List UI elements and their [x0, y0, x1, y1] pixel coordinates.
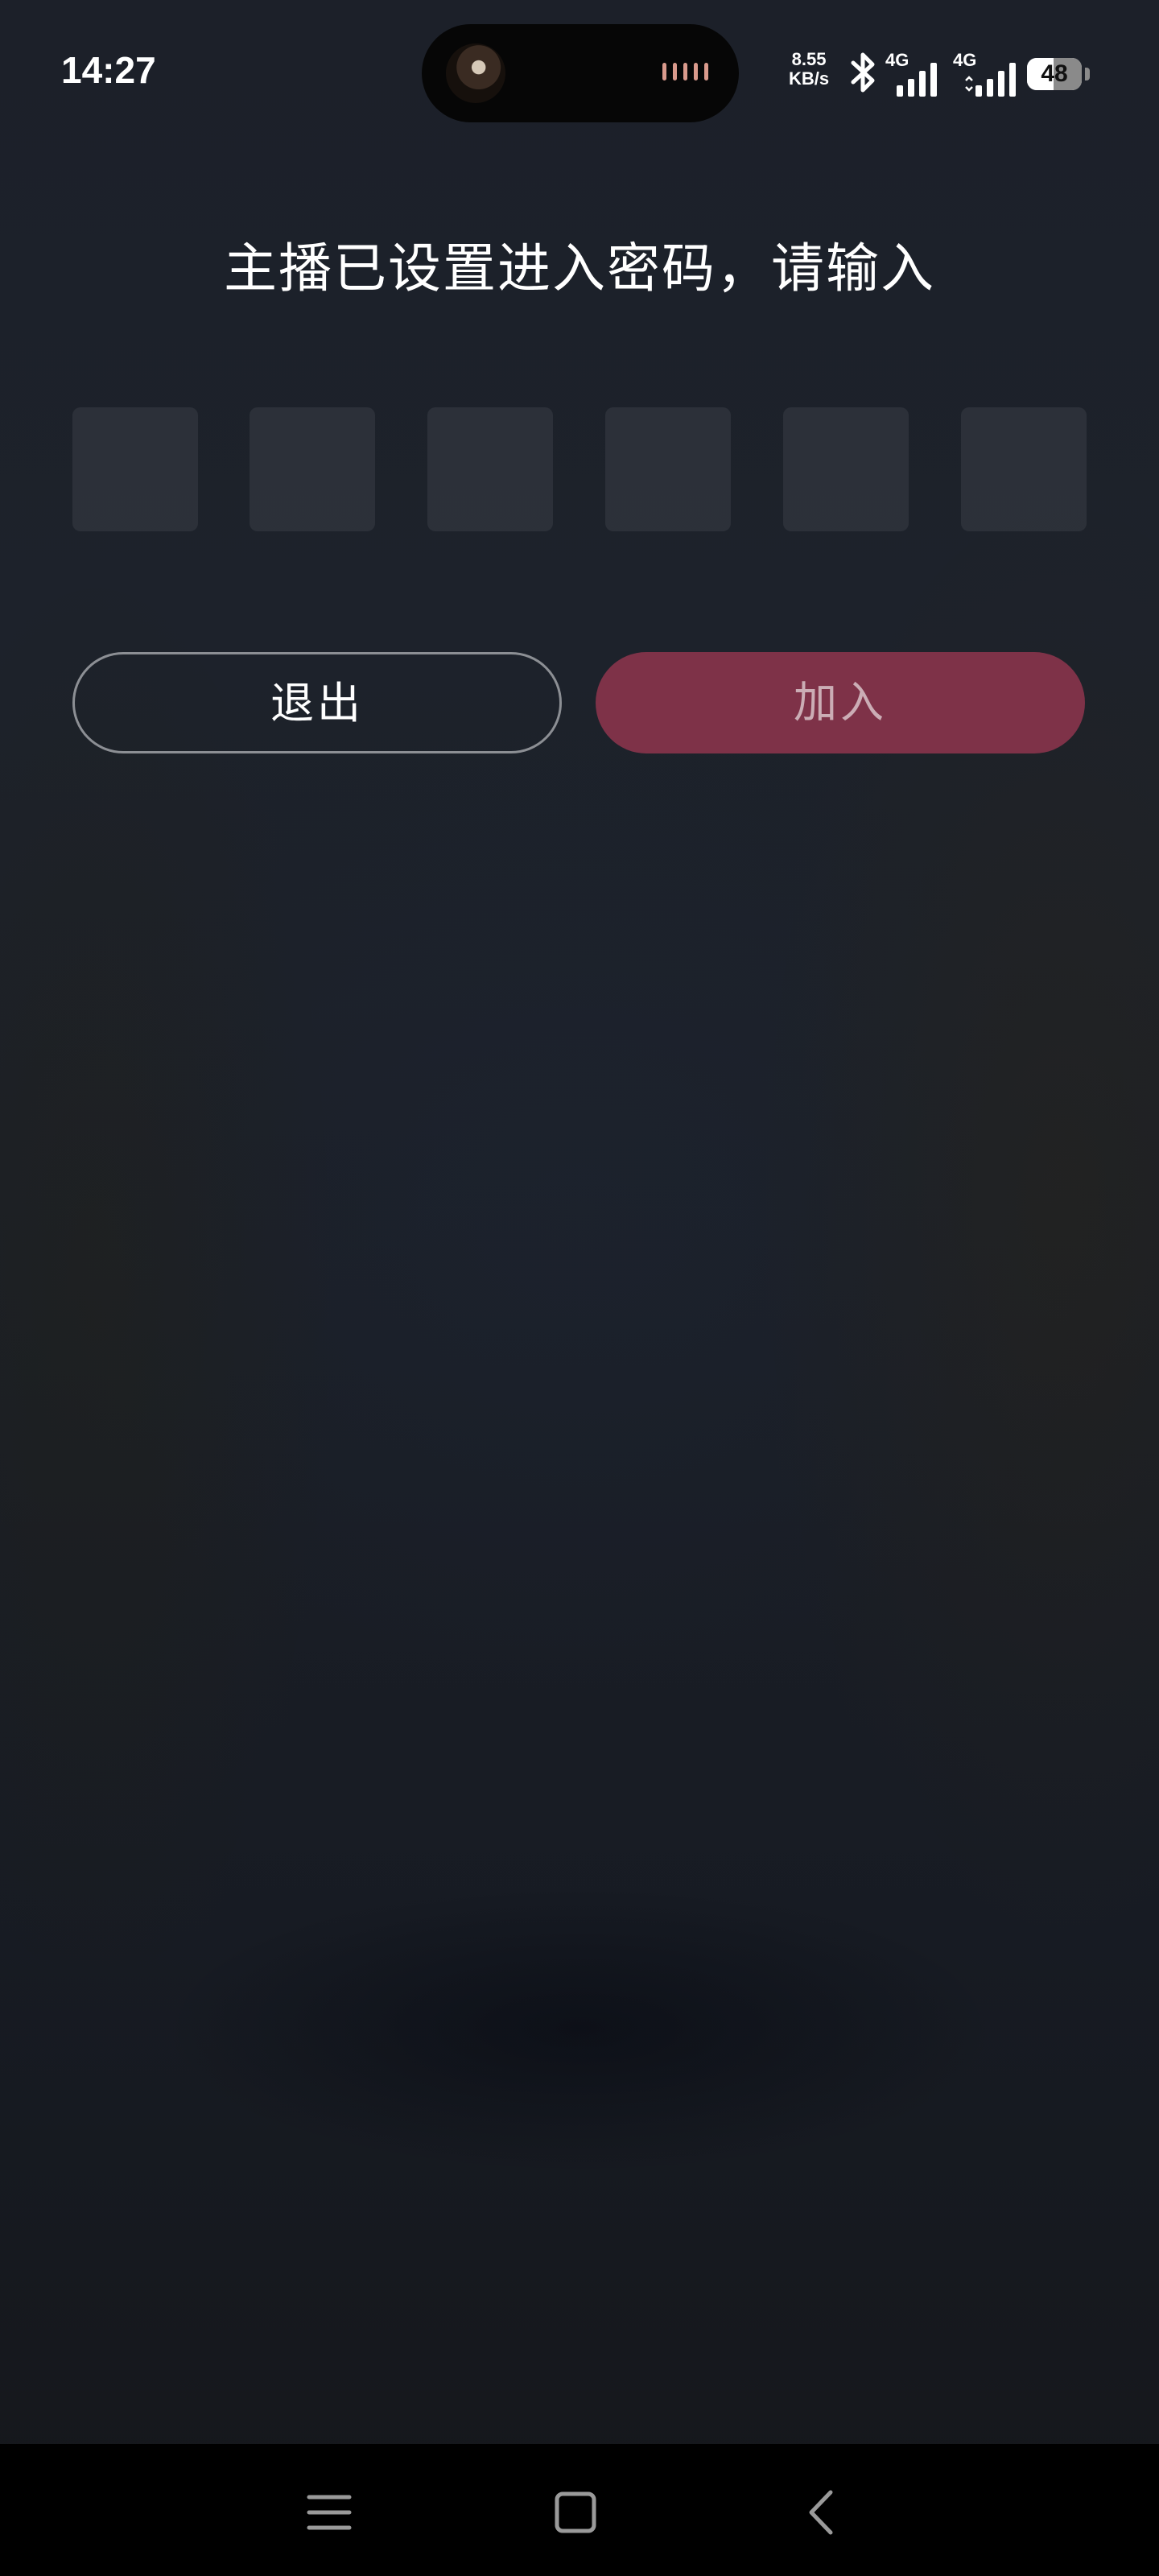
- exit-button[interactable]: 退出: [72, 652, 562, 753]
- dynamic-island[interactable]: [422, 24, 739, 122]
- password-input[interactable]: [72, 407, 1087, 531]
- screen: 14:27 8.55 KB/s 4G 4G 48 主播已设置进入密码，请输入 退…: [0, 0, 1159, 2576]
- join-button[interactable]: 加入: [596, 652, 1085, 753]
- home-icon[interactable]: [539, 2476, 612, 2549]
- password-digit-box[interactable]: [72, 407, 198, 531]
- password-digit-box[interactable]: [961, 407, 1087, 531]
- back-icon[interactable]: [786, 2476, 858, 2549]
- network-speed: 8.55 KB/s: [789, 50, 829, 89]
- battery-tip: [1085, 68, 1090, 80]
- bluetooth-icon: [851, 52, 875, 93]
- password-digit-box[interactable]: [250, 407, 375, 531]
- signal-sim2: 4G: [953, 50, 1025, 97]
- password-digit-box[interactable]: [427, 407, 553, 531]
- password-digit-box[interactable]: [783, 407, 909, 531]
- network-speed-value: 8.55: [791, 49, 827, 69]
- page-title: 主播已设置进入密码，请输入: [224, 237, 935, 299]
- navigation-bar: [0, 2444, 1159, 2576]
- media-thumbnail: [446, 43, 505, 103]
- status-time: 14:27: [61, 49, 156, 91]
- battery-level: 48: [1041, 60, 1068, 87]
- network-speed-unit: KB/s: [789, 68, 830, 89]
- signal-icon: [897, 63, 937, 97]
- signal-icon: [965, 63, 1016, 97]
- audio-wave-icon: [662, 63, 708, 80]
- menu-icon[interactable]: [293, 2476, 365, 2549]
- battery-icon: 48: [1027, 58, 1082, 90]
- password-digit-box[interactable]: [605, 407, 731, 531]
- signal-sim1: 4G: [885, 50, 947, 97]
- status-bar: 14:27 8.55 KB/s 4G 4G 48: [0, 0, 1159, 145]
